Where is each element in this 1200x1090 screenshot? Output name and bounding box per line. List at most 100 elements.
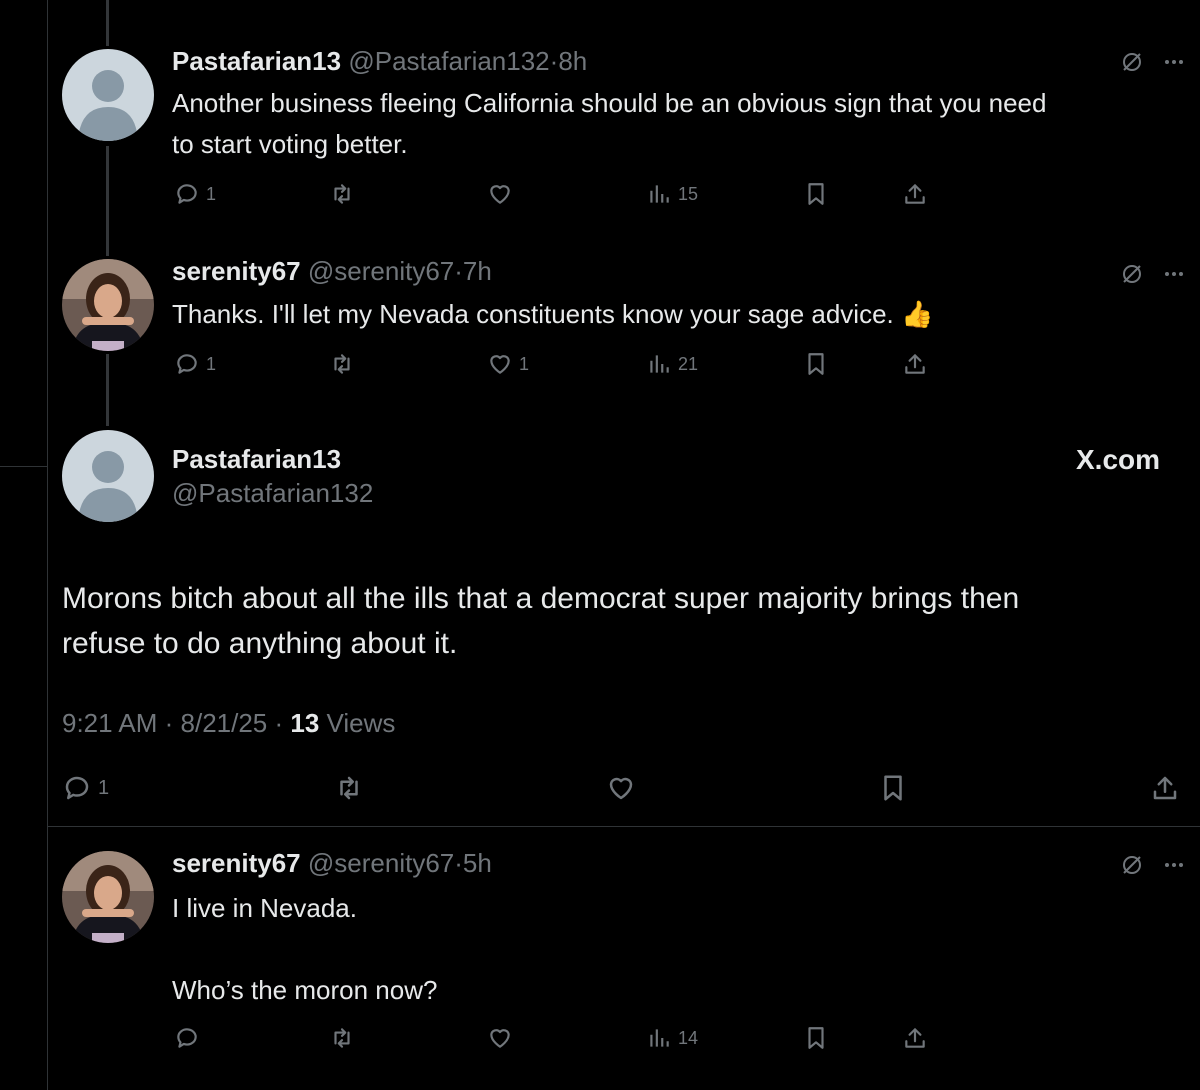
tweet-time[interactable]: 8h bbox=[558, 46, 587, 76]
view-count: 15 bbox=[678, 183, 699, 204]
retweet-button[interactable] bbox=[329, 351, 355, 377]
tweet-top-actions bbox=[1120, 853, 1186, 882]
views-button[interactable]: 21 bbox=[646, 351, 698, 377]
like-button[interactable] bbox=[487, 1025, 513, 1051]
views-button[interactable]: 15 bbox=[646, 181, 698, 207]
user-handle[interactable]: @Pastafarian132 bbox=[172, 478, 373, 509]
left-divider bbox=[0, 466, 47, 467]
views-button[interactable]: 14 bbox=[646, 1025, 698, 1051]
grok-icon[interactable] bbox=[1120, 50, 1144, 79]
reply-icon bbox=[177, 184, 197, 204]
avatar[interactable] bbox=[62, 430, 154, 522]
bookmark-icon bbox=[808, 353, 824, 375]
thread-line bbox=[106, 354, 109, 426]
reply-icon bbox=[177, 354, 197, 374]
left-column-border bbox=[47, 0, 48, 1090]
like-button[interactable] bbox=[606, 773, 636, 803]
tweet-header: serenity67 @serenity67·5h bbox=[172, 848, 492, 879]
reply-button[interactable] bbox=[174, 1025, 200, 1051]
more-icon[interactable] bbox=[1162, 50, 1186, 79]
avatar[interactable] bbox=[62, 851, 154, 943]
views-icon bbox=[650, 1029, 669, 1047]
display-name[interactable]: Pastafarian13 bbox=[172, 46, 341, 76]
grok-icon[interactable] bbox=[1120, 853, 1144, 882]
bookmark-button[interactable] bbox=[803, 1025, 829, 1051]
separator-dot: · bbox=[454, 256, 463, 286]
view-count: 21 bbox=[678, 353, 699, 374]
reply-count: 1 bbox=[206, 353, 217, 374]
share-icon bbox=[905, 1028, 925, 1048]
retweet-button[interactable] bbox=[334, 773, 364, 803]
tweet-top-actions bbox=[1120, 50, 1186, 79]
retweet-button[interactable] bbox=[329, 181, 355, 207]
separator-dot: · bbox=[549, 46, 559, 76]
views-icon bbox=[650, 185, 669, 203]
avatar[interactable] bbox=[62, 259, 154, 351]
share-button[interactable] bbox=[902, 1025, 928, 1051]
share-button[interactable] bbox=[902, 351, 928, 377]
like-icon bbox=[490, 1029, 510, 1048]
like-icon bbox=[490, 355, 510, 374]
display-name[interactable]: Pastafarian13 bbox=[172, 444, 341, 475]
tweet-time[interactable]: 9:21 AM bbox=[62, 708, 157, 738]
bookmark-icon bbox=[808, 183, 824, 205]
tweet-text: Another business fleeing California shou… bbox=[172, 83, 1046, 165]
share-icon bbox=[1153, 776, 1177, 800]
tweet-text-line: refuse to do anything about it. bbox=[62, 627, 458, 660]
tweet-time[interactable]: 7h bbox=[463, 256, 492, 286]
retweet-icon bbox=[334, 354, 350, 374]
bookmark-button[interactable] bbox=[803, 181, 829, 207]
display-name[interactable]: serenity67 bbox=[172, 848, 301, 878]
like-button[interactable]: 1 bbox=[487, 351, 529, 377]
like-button[interactable] bbox=[487, 181, 513, 207]
bookmark-button[interactable] bbox=[878, 773, 908, 803]
share-icon bbox=[905, 354, 925, 374]
like-count: 1 bbox=[519, 353, 530, 374]
reply-button[interactable]: 1 bbox=[174, 181, 216, 207]
retweet-icon bbox=[334, 184, 350, 204]
divider bbox=[47, 826, 1200, 827]
views-count: 13 bbox=[290, 708, 320, 738]
thread-line bbox=[106, 146, 109, 256]
share-icon bbox=[905, 184, 925, 204]
view-count: 14 bbox=[678, 1027, 699, 1048]
reply-count: 1 bbox=[206, 183, 217, 204]
tweet-text: I live in Nevada. Who’s the moron now? bbox=[172, 888, 437, 1011]
share-button[interactable] bbox=[1150, 773, 1180, 803]
bookmark-button[interactable] bbox=[803, 351, 829, 377]
user-handle[interactable]: @serenity67 bbox=[308, 848, 454, 878]
tweet-text: Thanks. I'll let my Nevada constituents … bbox=[172, 294, 933, 335]
more-icon[interactable] bbox=[1162, 262, 1186, 291]
reply-button[interactable]: 1 bbox=[174, 351, 216, 377]
more-icon[interactable] bbox=[1162, 853, 1186, 882]
reply-button[interactable]: 1 bbox=[62, 773, 109, 803]
retweet-icon bbox=[334, 1028, 350, 1048]
user-handle[interactable]: @Pastafarian132 bbox=[348, 46, 549, 76]
like-icon bbox=[609, 777, 633, 800]
tweet-text-line: Thanks. I'll let my Nevada constituents … bbox=[172, 299, 934, 329]
tweet-text-line: Who’s the moron now? bbox=[172, 975, 438, 1005]
tweet-text-line: Morons bitch about all the ills that a d… bbox=[62, 582, 1020, 615]
views-icon bbox=[650, 355, 669, 373]
tweet-date[interactable]: 8/21/25 bbox=[181, 708, 268, 738]
tweet-top-actions bbox=[1120, 262, 1186, 291]
watermark: X.com bbox=[1076, 444, 1161, 475]
reply-count: 1 bbox=[98, 776, 110, 799]
retweet-button[interactable] bbox=[329, 1025, 355, 1051]
grok-icon[interactable] bbox=[1120, 262, 1144, 291]
user-handle[interactable]: @serenity67 bbox=[308, 256, 454, 286]
reply-icon bbox=[177, 1028, 197, 1048]
tweet-time[interactable]: 5h bbox=[463, 848, 492, 878]
bookmark-icon bbox=[884, 775, 902, 801]
display-name[interactable]: serenity67 bbox=[172, 256, 301, 286]
main-tweet-text: Morons bitch about all the ills that a d… bbox=[62, 576, 1019, 666]
share-button[interactable] bbox=[902, 181, 928, 207]
tweet-text-line: I live in Nevada. bbox=[172, 893, 357, 923]
separator-dot: · bbox=[454, 848, 463, 878]
tweet-text-line bbox=[172, 929, 437, 970]
thread-line bbox=[106, 0, 109, 46]
tweet-meta: 9:21 AM · 8/21/25 · 13 Views bbox=[62, 708, 396, 738]
reply-icon bbox=[65, 776, 89, 800]
tweet-header: Pastafarian13 @Pastafarian132·8h bbox=[172, 46, 587, 77]
avatar[interactable] bbox=[62, 49, 154, 141]
